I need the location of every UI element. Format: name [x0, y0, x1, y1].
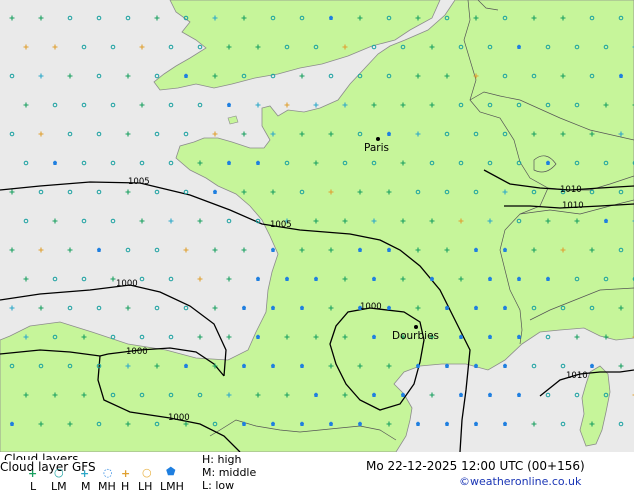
city-label-paris: Paris	[364, 137, 389, 154]
map-canvas	[0, 0, 634, 452]
symbol-label: LMH	[160, 480, 184, 490]
symbol-label: LH	[138, 480, 153, 490]
legend-high: H: high	[202, 453, 242, 466]
isobar-label: 1005	[128, 177, 150, 187]
weather-map: Paris Dourbies 1005 1005 1010 1010 1000 …	[0, 0, 634, 490]
symbol-label: H	[121, 480, 130, 490]
legend-middle: M: middle	[202, 466, 257, 479]
symbol-low-icon: +	[28, 467, 38, 480]
isobar-label: 1000	[116, 279, 138, 289]
isobar-label: 1000	[360, 302, 382, 312]
isobar-label: 1005	[270, 220, 292, 230]
legend-low: L: low	[202, 479, 235, 490]
symbol-label: M	[81, 480, 91, 490]
isobar-label: 1000	[168, 413, 190, 423]
isobar-label: 1000	[126, 347, 148, 357]
isobar-label: 1010	[560, 185, 582, 195]
symbol-low-high-icon: ○	[142, 466, 152, 479]
credit-link[interactable]: ©weatheronline.co.uk	[459, 475, 581, 488]
symbol-high-icon: +	[121, 467, 131, 480]
symbol-label: LM	[51, 480, 67, 490]
city-label-dourbies: Dourbies	[392, 325, 439, 342]
valid-time: Mo 22-12-2025 12:00 UTC (00+156)	[366, 459, 585, 473]
isobar-label: 1010	[566, 371, 588, 381]
symbol-label: MH	[98, 480, 116, 490]
symbol-label: L	[30, 480, 37, 490]
symbol-middle-icon: +	[80, 467, 90, 480]
symbol-middle-high-icon: ◌	[103, 466, 113, 479]
symbol-low-middle-high-icon: ⬟	[166, 465, 176, 478]
isobar-label: 1010	[562, 201, 584, 211]
symbol-low-middle-icon: ○	[54, 466, 64, 479]
